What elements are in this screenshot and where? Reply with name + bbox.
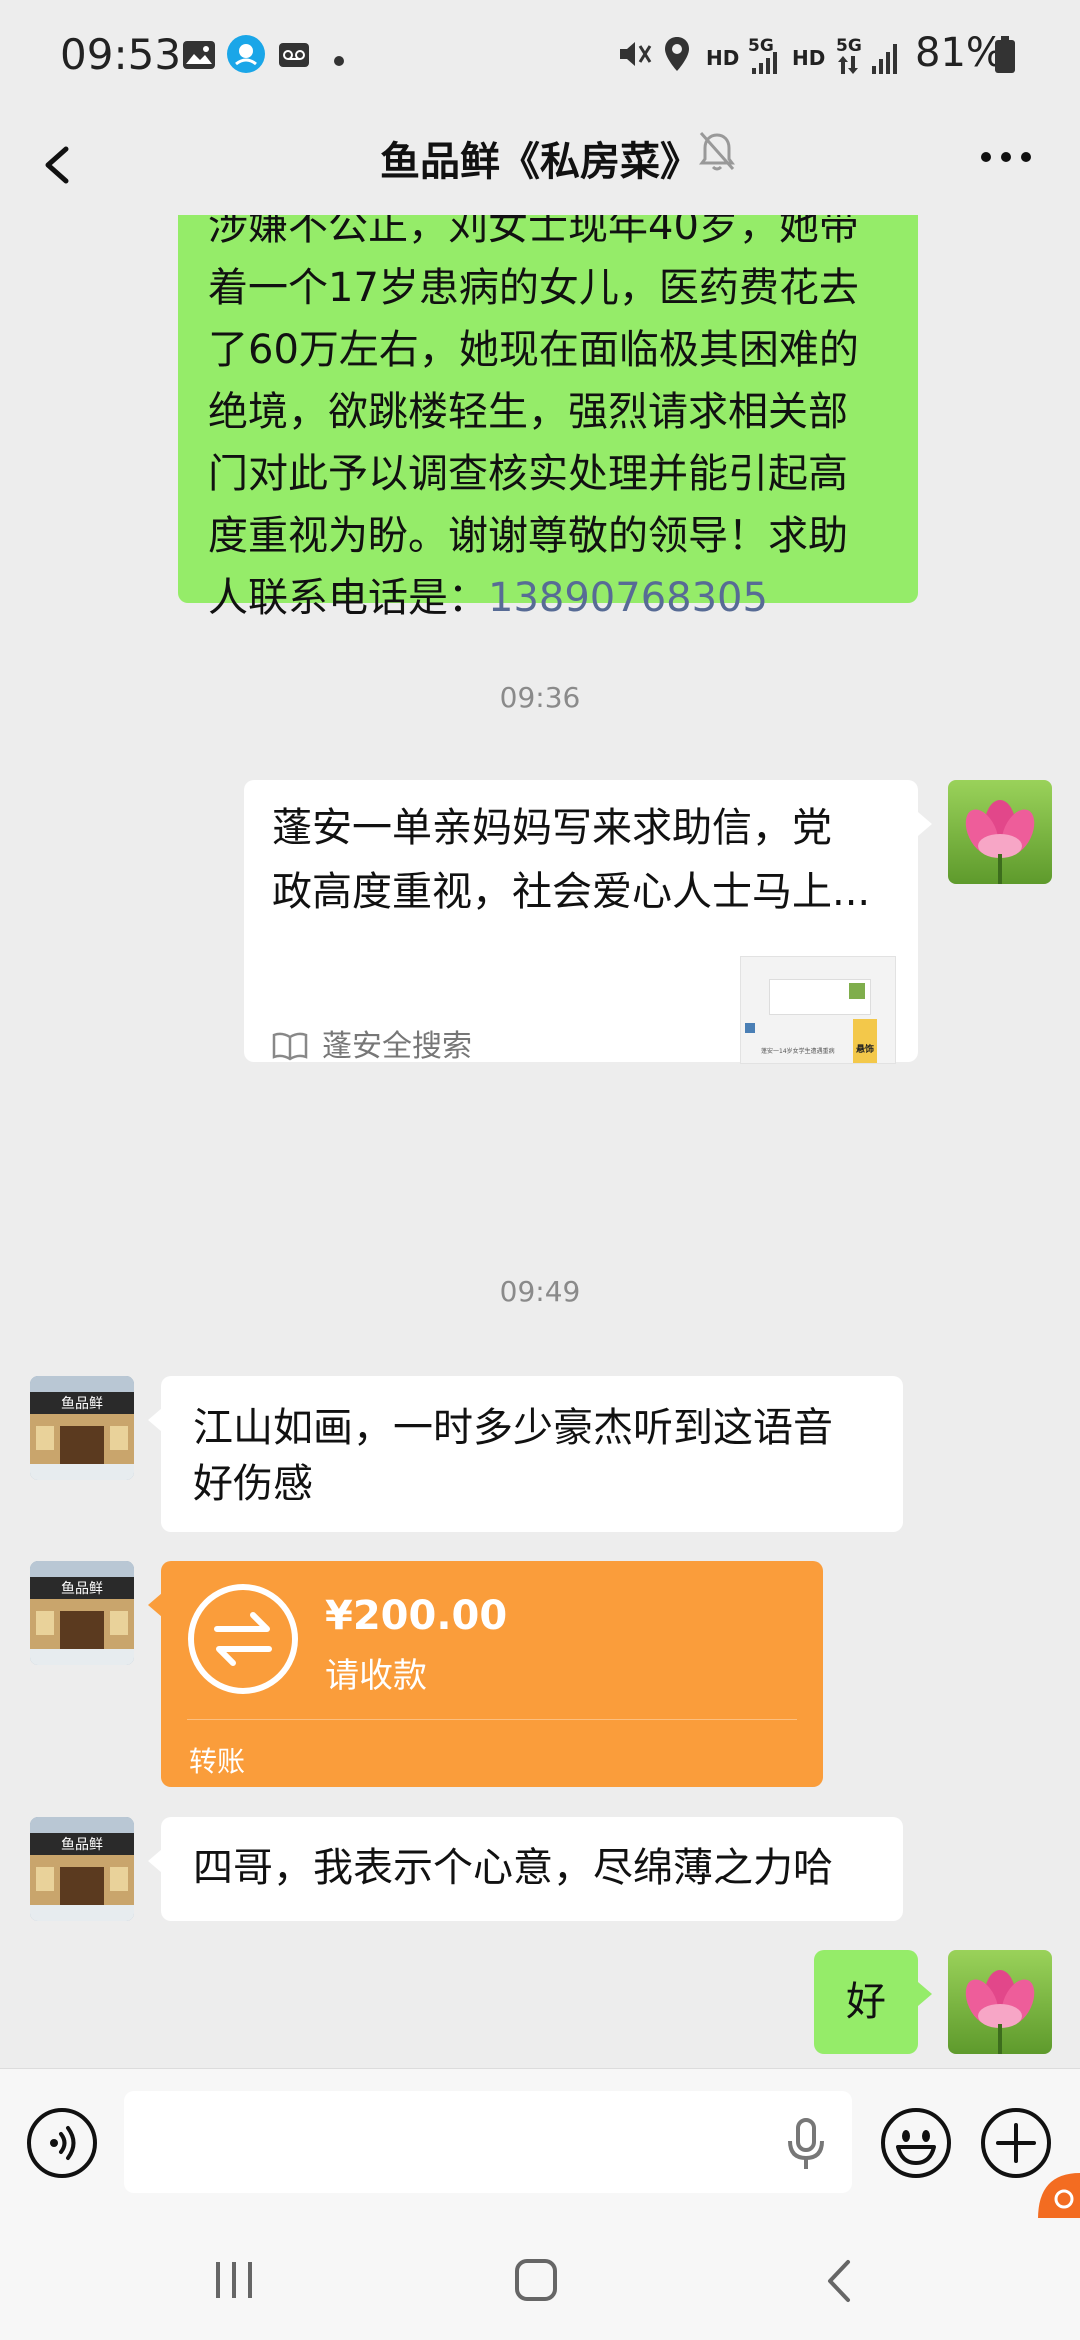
bubble-tail xyxy=(148,1408,162,1432)
received-message[interactable]: 四哥，我表示个心意，尽绵薄之力哈 xyxy=(161,1817,903,1921)
message-line: 四哥，我表示个心意，尽绵薄之力哈 xyxy=(193,1845,833,1891)
signal-icon xyxy=(752,52,782,78)
back-nav-icon[interactable] xyxy=(824,2258,854,2308)
chat-area[interactable]: 涉嫌不公正，刘女士现年40岁，她带 着一个17岁患病的女儿，医药费花去 了60万… xyxy=(0,215,1080,2068)
home-icon[interactable] xyxy=(514,2258,558,2306)
message-line: 涉嫌不公正，刘女士现年40岁，她带 xyxy=(208,215,859,249)
message-text: 好 xyxy=(846,1979,886,2025)
chat-title-text: 鱼品鲜《私房菜》 xyxy=(380,139,700,185)
thumb-line1: 蓬安一14岁女学生遭遇重病 xyxy=(761,1048,835,1055)
vibrate-mute-icon xyxy=(616,36,652,76)
more-dots-icon[interactable] xyxy=(980,149,1032,169)
hd-label: HD xyxy=(706,46,740,70)
app-notification-icon xyxy=(226,34,266,78)
system-navigation-bar xyxy=(0,2218,1080,2340)
my-avatar[interactable] xyxy=(948,780,1052,884)
data-arrows-icon xyxy=(838,56,858,78)
message-input[interactable] xyxy=(124,2091,852,2193)
message-line: 着一个17岁患病的女儿，医药费花去 xyxy=(208,265,859,311)
shared-link-card[interactable]: 蓬安一单亲妈妈写来求助信，党 政高度重视，社会爱心人士马上... 世界邮报 蓬安… xyxy=(244,780,918,1064)
bubble-tail xyxy=(148,1593,162,1617)
input-bar xyxy=(0,2068,1080,2219)
status-bar: 09:53 HD 5G HD 5G 81% xyxy=(0,0,1080,115)
received-message[interactable]: 江山如画，一时多少豪杰听到这语音 好伤感 xyxy=(161,1376,903,1532)
my-avatar[interactable] xyxy=(948,1950,1052,2054)
contact-avatar[interactable]: 鱼品鲜 xyxy=(30,1817,134,1921)
mute-bell-icon xyxy=(697,129,737,177)
5g-label-2: 5G xyxy=(836,36,862,56)
message-line: 了60万左右，她现在面临极其困难的 xyxy=(208,327,859,373)
hd-label-2: HD xyxy=(792,46,826,70)
transfer-icon xyxy=(187,1583,299,1713)
signal-icon-2 xyxy=(872,44,902,78)
book-icon xyxy=(272,1017,308,1079)
contact-prefix: 人联系电话是： xyxy=(208,575,488,621)
message-line: 人联系电话是：13890768305 xyxy=(208,567,888,629)
chat-header: 鱼品鲜《私房菜》 xyxy=(0,115,1080,215)
timestamp: 09:49 xyxy=(499,1275,581,1308)
message-line: 好伤感 xyxy=(193,1461,313,1507)
message-line: 江山如画，一时多少豪杰听到这语音 xyxy=(193,1405,833,1451)
dot-icon xyxy=(334,51,344,70)
chat-title: 鱼品鲜《私房菜》 xyxy=(0,129,1080,187)
recent-apps-icon[interactable] xyxy=(212,2260,256,2304)
timestamp: 09:36 xyxy=(499,681,581,714)
battery-percent: 81% xyxy=(915,30,1004,76)
sent-message[interactable]: 好 xyxy=(814,1950,918,2054)
message-line: 门对此予以调查核实处理并能引起高 xyxy=(208,451,848,497)
phone-number-link[interactable]: 13890768305 xyxy=(488,575,768,621)
thumb-badge: 悬饰 xyxy=(853,1019,878,1063)
gallery-icon xyxy=(182,40,216,74)
bubble-tail xyxy=(148,1849,162,1873)
svg-text:鱼品鲜: 鱼品鲜 xyxy=(61,1395,103,1412)
transfer-divider xyxy=(187,1719,797,1720)
link-title-line1: 蓬安一单亲妈妈写来求助信，党 xyxy=(272,805,832,851)
link-title-line2: 政高度重视，社会爱心人士马上... xyxy=(272,869,871,915)
microphone-icon[interactable] xyxy=(784,2117,828,2175)
sent-long-message[interactable]: 涉嫌不公正，刘女士现年40岁，她带 着一个17岁患病的女儿，医药费花去 了60万… xyxy=(178,215,918,621)
svg-text:鱼品鲜: 鱼品鲜 xyxy=(61,1836,103,1853)
bubble-tail xyxy=(918,812,932,836)
bubble-tail xyxy=(918,1982,932,2006)
svg-text:鱼品鲜: 鱼品鲜 xyxy=(61,1580,103,1597)
transfer-label: 转账 xyxy=(189,1745,246,1778)
contact-avatar[interactable]: 鱼品鲜 xyxy=(30,1561,134,1665)
message-line: 绝境，欲跳楼轻生，强烈请求相关部 xyxy=(208,389,848,435)
transfer-status: 请收款 xyxy=(325,1656,427,1696)
voice-mode-icon[interactable] xyxy=(26,2107,98,2183)
link-source: 蓬安全搜索 xyxy=(322,1029,472,1064)
contact-avatar[interactable]: 鱼品鲜 xyxy=(30,1376,134,1480)
floating-bubble-icon[interactable] xyxy=(1038,2173,1080,2223)
transfer-amount: ¥200.00 xyxy=(325,1593,508,1639)
link-thumbnail: 世界邮报 蓬安一14岁女学生遭遇重病 悬饰 xyxy=(740,956,896,1064)
status-time: 09:53 xyxy=(60,30,182,79)
thumb-avatar xyxy=(849,983,865,999)
thumb-avatar-2 xyxy=(745,1023,755,1033)
add-more-icon[interactable] xyxy=(980,2107,1052,2183)
battery-icon xyxy=(994,36,1016,78)
message-line: 度重视为盼。谢谢尊敬的领导！求助 xyxy=(208,513,848,559)
transfer-card[interactable]: ¥200.00 请收款 转账 xyxy=(161,1561,823,1787)
emoji-icon[interactable] xyxy=(880,2107,952,2183)
location-icon xyxy=(664,36,690,76)
voicemail-icon xyxy=(278,42,310,72)
